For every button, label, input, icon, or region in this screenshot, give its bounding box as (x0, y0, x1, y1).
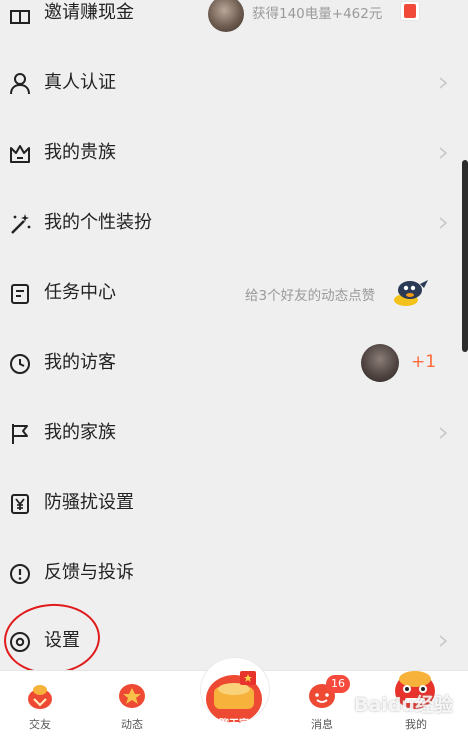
menu-item-family-label: 我的家族 (44, 422, 116, 443)
unread-count-badge: 16 (326, 675, 350, 693)
clock-icon (7, 351, 33, 377)
menu-item-visitors[interactable]: 我的访客 +1 (0, 328, 468, 398)
chevron-right-icon (436, 215, 450, 231)
menu-item-feedback-label: 反馈与投诉 (44, 562, 134, 583)
tab-chatroom[interactable]: 聊天室 (192, 657, 276, 737)
menu-item-invite-label: 邀请赚现金 (44, 2, 134, 23)
chevron-right-icon (436, 633, 450, 649)
menu-item-noble-label: 我的贵族 (44, 142, 116, 163)
scrollbar[interactable] (462, 160, 468, 352)
moments-tab-icon (116, 679, 148, 711)
tab-friends-label: 交友 (29, 718, 51, 731)
menu-item-verify[interactable]: 真人认证 (0, 48, 468, 118)
menu-item-tasks-label: 任务中心 (44, 282, 116, 303)
flag-icon (7, 421, 33, 447)
tab-chatroom-label: 聊天室 (219, 719, 249, 730)
menu-item-feedback[interactable]: 反馈与投诉 (0, 538, 468, 608)
alert-circle-icon (7, 561, 33, 587)
tab-profile-label: 我的 (405, 718, 427, 731)
menu-item-invite[interactable]: 邀请赚现金 获得140电量+462元 (0, 0, 468, 48)
menu-item-tasks[interactable]: 任务中心 给3个好友的动态点赞 (0, 258, 468, 328)
visitor-avatar (361, 344, 399, 382)
avatar (208, 0, 244, 32)
gift-icon (7, 1, 33, 27)
magic-wand-icon (7, 211, 33, 237)
red-envelope-icon (400, 1, 420, 21)
tab-moments[interactable]: 动态 (92, 671, 172, 737)
menu-item-antiharass-label: 防骚扰设置 (44, 492, 134, 513)
menu-item-family[interactable]: 我的家族 (0, 398, 468, 468)
menu-item-antiharass[interactable]: 防骚扰设置 (0, 468, 468, 538)
menu-list: 邀请赚现金 获得140电量+462元 真人认证 我的贵族 我的个性装扮 任务中心… (0, 0, 468, 670)
friends-tab-icon (24, 679, 56, 711)
chevron-right-icon (436, 425, 450, 441)
visitor-count-badge: +1 (411, 352, 437, 372)
menu-item-verify-label: 真人认证 (44, 72, 116, 93)
task-list-icon (7, 281, 33, 307)
chevron-right-icon (436, 145, 450, 161)
yen-shield-icon (7, 491, 33, 517)
crown-icon (7, 141, 33, 167)
menu-item-visitors-label: 我的访客 (44, 352, 116, 373)
tab-moments-label: 动态 (121, 718, 143, 731)
baidu-watermark: Baidu经验 (354, 694, 453, 716)
task-hint-text: 给3个好友的动态点赞 (245, 288, 376, 304)
menu-item-dressup-label: 我的个性装扮 (44, 212, 152, 233)
menu-item-dressup[interactable]: 我的个性装扮 (0, 188, 468, 258)
tab-friends[interactable]: 交友 (0, 671, 80, 737)
tab-messages-label: 消息 (311, 718, 333, 731)
invite-reward-text: 获得140电量+462元 (252, 6, 383, 22)
menu-item-noble[interactable]: 我的贵族 (0, 118, 468, 188)
person-icon (7, 71, 33, 97)
tab-messages[interactable]: 消息 (282, 671, 362, 737)
mascot-icon (390, 276, 430, 308)
chevron-right-icon (436, 75, 450, 91)
